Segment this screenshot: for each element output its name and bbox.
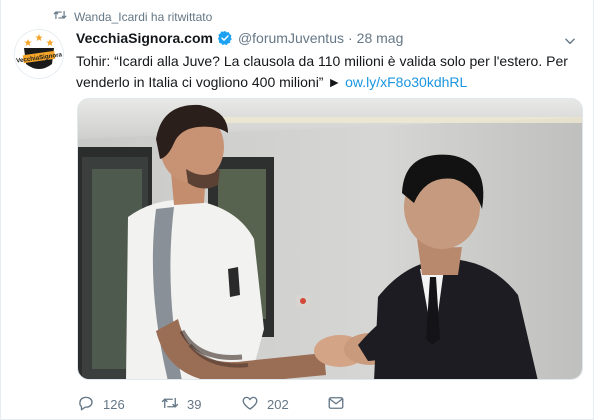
retweet-icon: [53, 9, 67, 24]
photo-image: [78, 99, 582, 379]
vecchiasignora-logo: VecchiaSignora: [15, 30, 63, 78]
retweet-action-icon: [161, 394, 179, 415]
retweet-button[interactable]: 39: [161, 394, 241, 415]
tweet-text: Tohir: “Icardi alla Juve? La clausola da…: [76, 51, 581, 93]
chevron-down-icon[interactable]: [563, 34, 577, 48]
reply-icon: [77, 394, 95, 415]
tweet-header: VecchiaSignora.com @forumJuventus · 28 m…: [76, 30, 403, 46]
like-button[interactable]: 202: [241, 394, 327, 415]
like-count: 202: [267, 397, 289, 412]
separator-dot: ·: [348, 30, 353, 46]
retweet-context-text[interactable]: Wanda_Icardi ha ritwittato: [74, 10, 212, 24]
tweet-actions: 126 39 202: [77, 394, 345, 415]
timestamp[interactable]: 28 mag: [357, 30, 404, 46]
tweet-body: Tohir: “Icardi alla Juve? La clausola da…: [76, 53, 568, 90]
direct-message-button[interactable]: [327, 394, 345, 415]
reply-count: 126: [103, 397, 125, 412]
envelope-icon: [327, 394, 345, 415]
retweet-context: Wanda_Icardi ha ritwittato: [53, 9, 212, 24]
retweet-count: 39: [187, 397, 202, 412]
heart-icon: [241, 394, 259, 415]
handle[interactable]: @forumJuventus: [238, 30, 344, 46]
avatar[interactable]: VecchiaSignora: [15, 30, 63, 78]
verified-badge-icon: [217, 30, 233, 46]
reply-button[interactable]: 126: [77, 394, 161, 415]
tweet-card[interactable]: Wanda_Icardi ha ritwittato VecchiaSignor…: [0, 0, 594, 420]
display-name[interactable]: VecchiaSignora.com: [76, 30, 213, 46]
tweet-link[interactable]: ow.ly/xF8o30kdhRL: [345, 74, 467, 90]
tweet-photo[interactable]: [77, 98, 583, 380]
